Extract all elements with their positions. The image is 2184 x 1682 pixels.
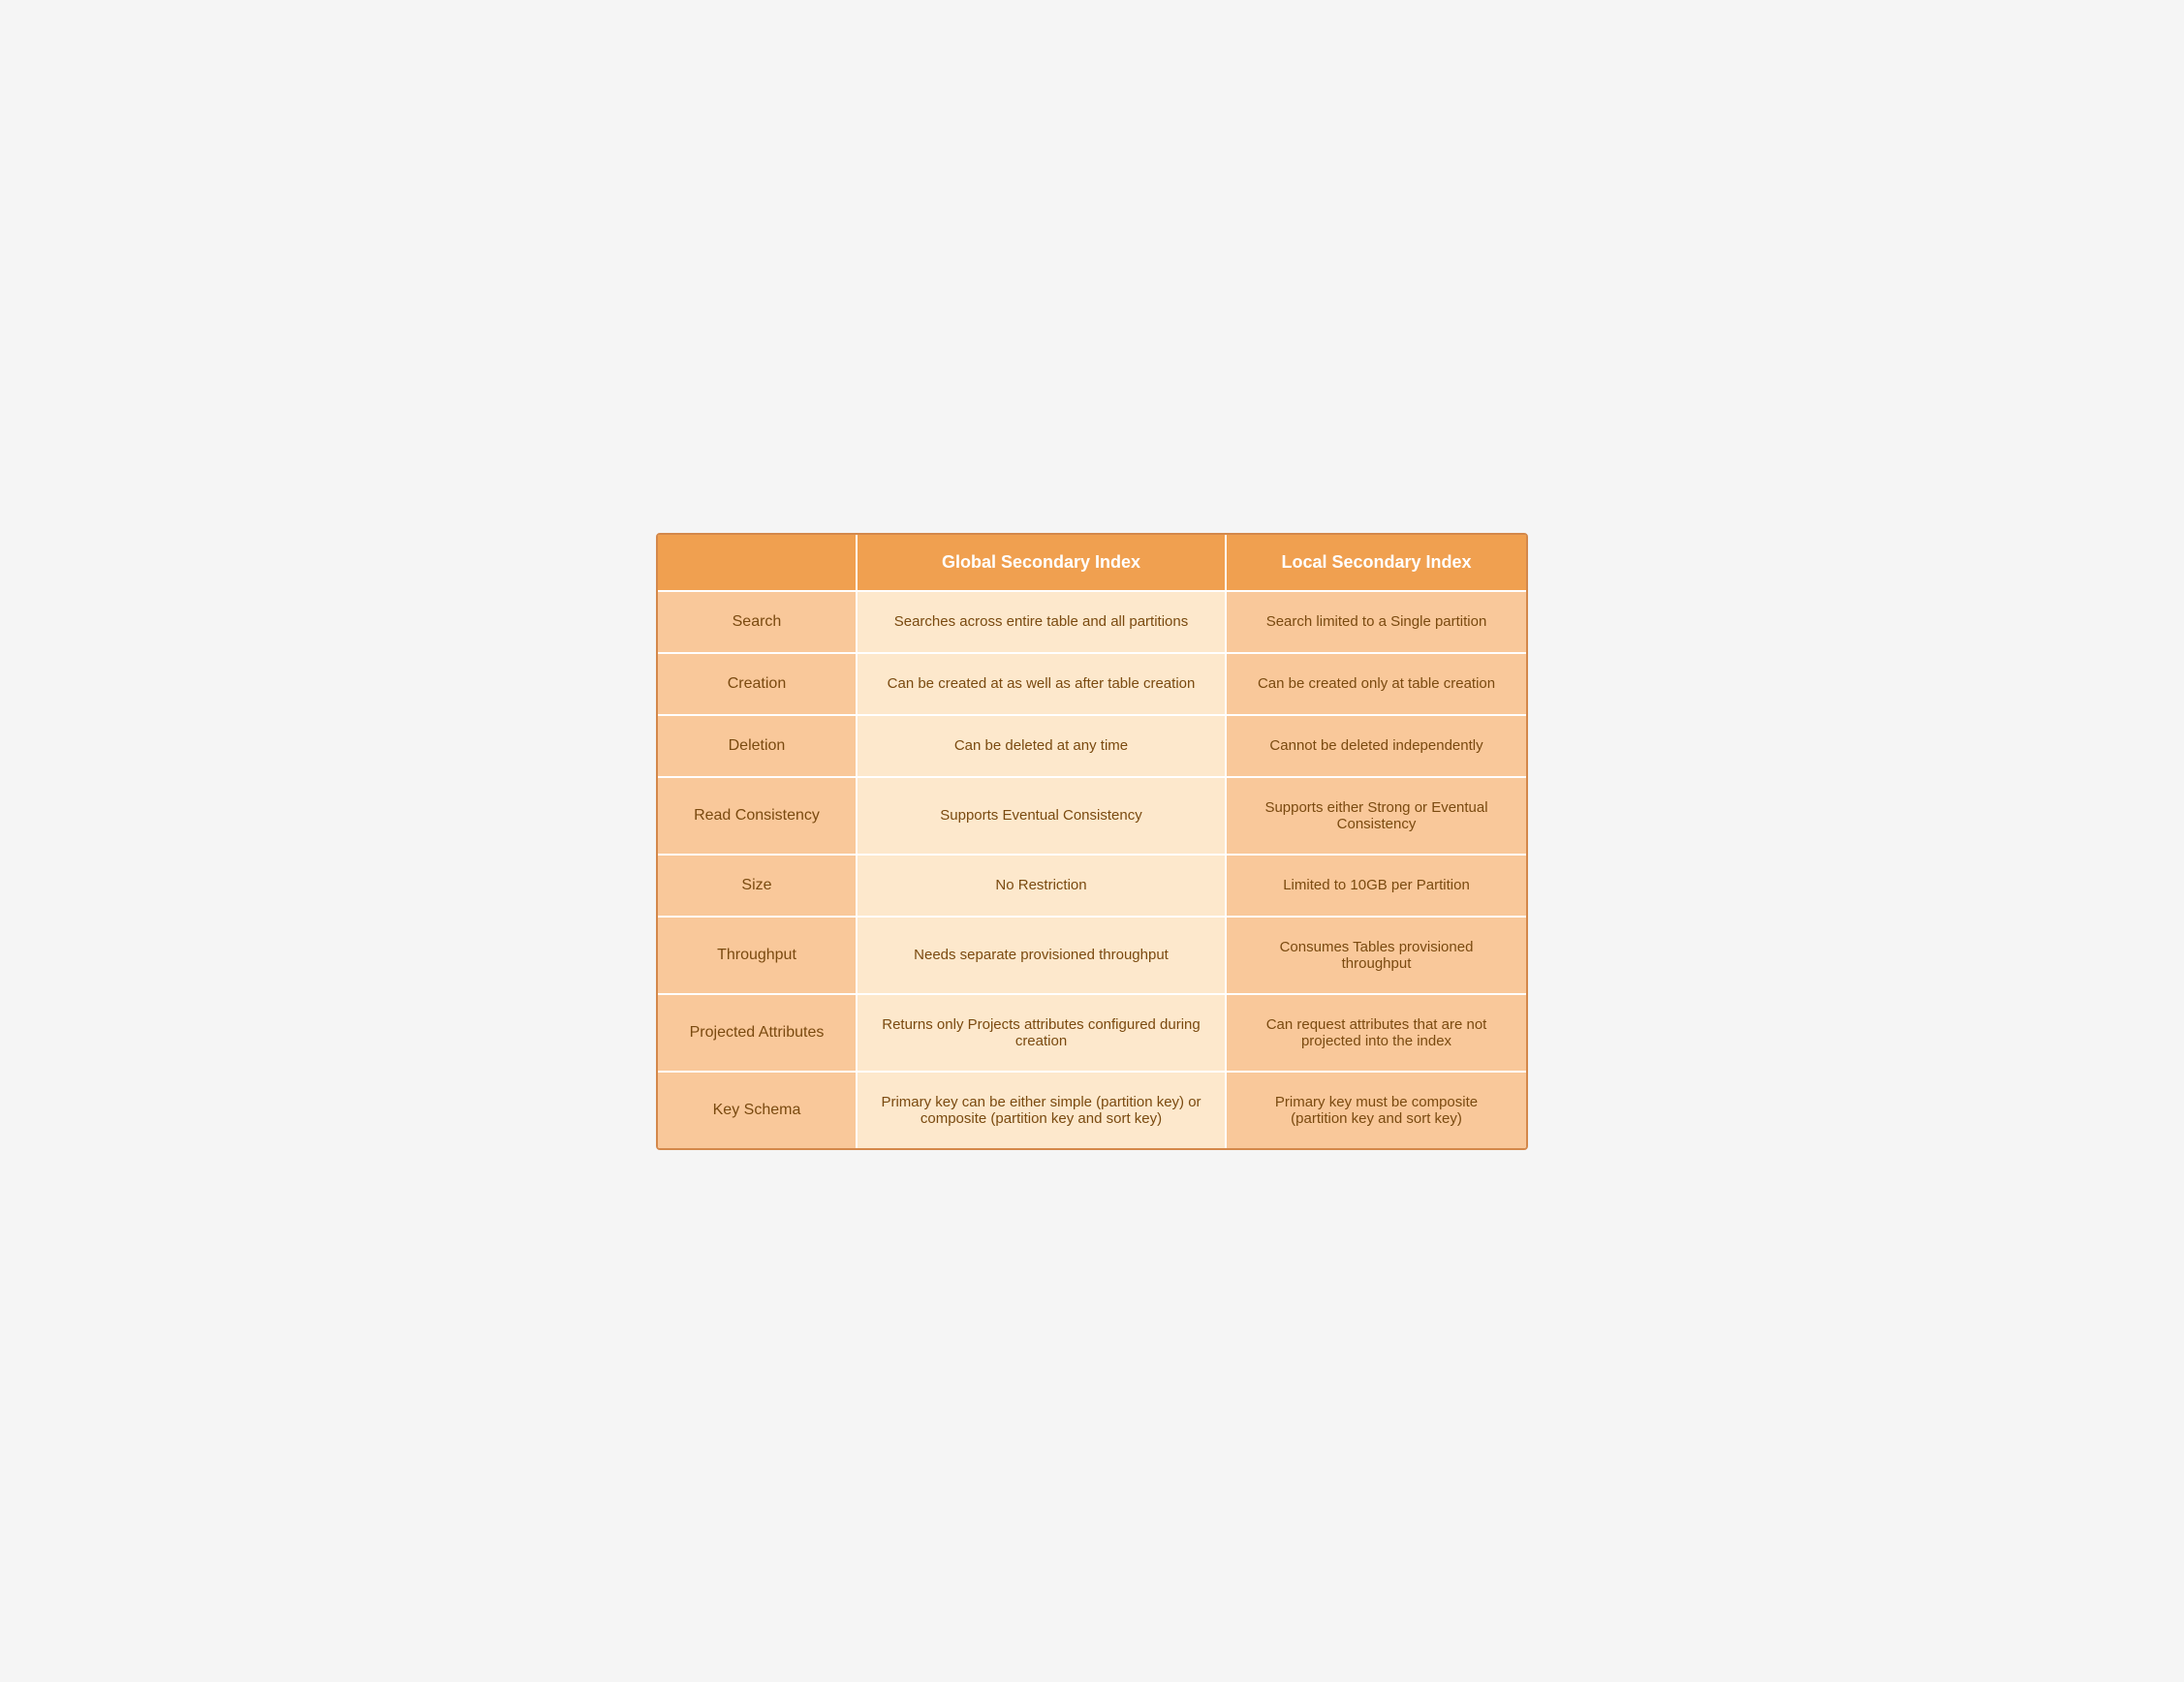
row-lsi-1: Can be created only at table creation bbox=[1227, 652, 1526, 714]
row-lsi-0: Search limited to a Single partition bbox=[1227, 590, 1526, 652]
row-label-1: Creation bbox=[658, 652, 858, 714]
row-gsi-7: Primary key can be either simple (partit… bbox=[858, 1071, 1227, 1148]
row-lsi-6: Can request attributes that are not proj… bbox=[1227, 993, 1526, 1071]
row-gsi-2: Can be deleted at any time bbox=[858, 714, 1227, 776]
row-gsi-6: Returns only Projects attributes configu… bbox=[858, 993, 1227, 1071]
row-label-3: Read Consistency bbox=[658, 776, 858, 854]
row-label-5: Throughput bbox=[658, 916, 858, 993]
header-empty-cell bbox=[658, 535, 858, 590]
row-gsi-0: Searches across entire table and all par… bbox=[858, 590, 1227, 652]
row-gsi-1: Can be created at as well as after table… bbox=[858, 652, 1227, 714]
row-label-0: Search bbox=[658, 590, 858, 652]
comparison-table: Global Secondary Index Local Secondary I… bbox=[656, 533, 1528, 1150]
row-gsi-5: Needs separate provisioned throughput bbox=[858, 916, 1227, 993]
table-body: SearchSearches across entire table and a… bbox=[658, 590, 1526, 1148]
row-label-2: Deletion bbox=[658, 714, 858, 776]
header-gsi: Global Secondary Index bbox=[858, 535, 1227, 590]
row-lsi-4: Limited to 10GB per Partition bbox=[1227, 854, 1526, 916]
header-lsi: Local Secondary Index bbox=[1227, 535, 1526, 590]
row-label-4: Size bbox=[658, 854, 858, 916]
row-label-7: Key Schema bbox=[658, 1071, 858, 1148]
row-lsi-7: Primary key must be composite (partition… bbox=[1227, 1071, 1526, 1148]
row-gsi-3: Supports Eventual Consistency bbox=[858, 776, 1227, 854]
row-lsi-2: Cannot be deleted independently bbox=[1227, 714, 1526, 776]
table-header: Global Secondary Index Local Secondary I… bbox=[658, 535, 1526, 590]
row-label-6: Projected Attributes bbox=[658, 993, 858, 1071]
row-lsi-3: Supports either Strong or Eventual Consi… bbox=[1227, 776, 1526, 854]
row-lsi-5: Consumes Tables provisioned throughput bbox=[1227, 916, 1526, 993]
row-gsi-4: No Restriction bbox=[858, 854, 1227, 916]
